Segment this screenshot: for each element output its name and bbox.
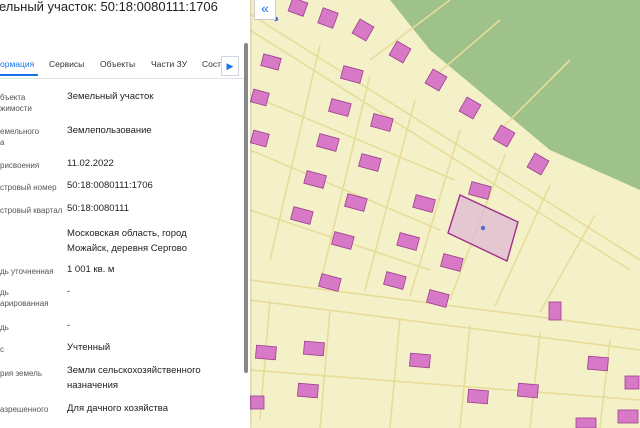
property-label: стровый номер xyxy=(0,183,57,192)
tab-information[interactable]: ормация xyxy=(0,59,34,69)
property-label: дь арированная xyxy=(0,288,49,308)
property-value: 50:18:0080111 xyxy=(67,203,129,214)
property-value: Земельный участок xyxy=(67,91,154,102)
property-value: Учтенный xyxy=(67,342,111,353)
property-label: азрешенного xyxy=(0,405,49,414)
property-label: бъекта жимости xyxy=(0,93,32,113)
panel-scrollbar[interactable] xyxy=(244,43,248,373)
property-label: рисвоения xyxy=(0,161,40,170)
property-value: Землепользование xyxy=(67,125,152,136)
double-chevron-left-icon[interactable]: « xyxy=(254,0,276,20)
chevron-right-icon[interactable]: ▶ xyxy=(221,56,239,76)
property-label: емельного а xyxy=(0,127,40,147)
active-tab-indicator xyxy=(0,74,38,76)
info-panel: ельный участок: 50:18:0080111:1706 ормац… xyxy=(0,0,250,428)
tab-objects[interactable]: Объекты xyxy=(100,59,135,69)
tab-services[interactable]: Сервисы xyxy=(49,59,84,69)
property-value: 11.02.2022 xyxy=(67,158,114,169)
property-label: с xyxy=(0,345,4,354)
property-value: Московская область, город Можайск, дерев… xyxy=(67,228,187,254)
property-value: 1 001 кв. м xyxy=(67,264,115,275)
property-value: Для дачного хозяйства xyxy=(67,403,168,414)
parcel-centroid-marker xyxy=(480,225,486,231)
property-label: дь xyxy=(0,323,9,332)
property-label: дь уточненная xyxy=(0,267,54,276)
property-label: рия земель xyxy=(0,369,43,378)
property-value: - xyxy=(67,320,71,331)
map-canvas[interactable] xyxy=(250,0,640,428)
tab-bar: ормация Сервисы Объекты Части ЗУ Состав xyxy=(0,52,240,76)
tabs-divider xyxy=(0,78,244,79)
property-value: 50:18:0080111:1706 xyxy=(67,180,153,191)
tab-parcel-parts[interactable]: Части ЗУ xyxy=(151,59,187,69)
property-value: Земли сельскохозяйственного назначения xyxy=(67,365,201,391)
property-label: стровый квартал xyxy=(0,206,63,215)
cadastral-map[interactable] xyxy=(250,0,640,428)
property-value: - xyxy=(67,286,71,297)
panel-title: ельный участок: 50:18:0080111:1706 xyxy=(0,0,218,14)
